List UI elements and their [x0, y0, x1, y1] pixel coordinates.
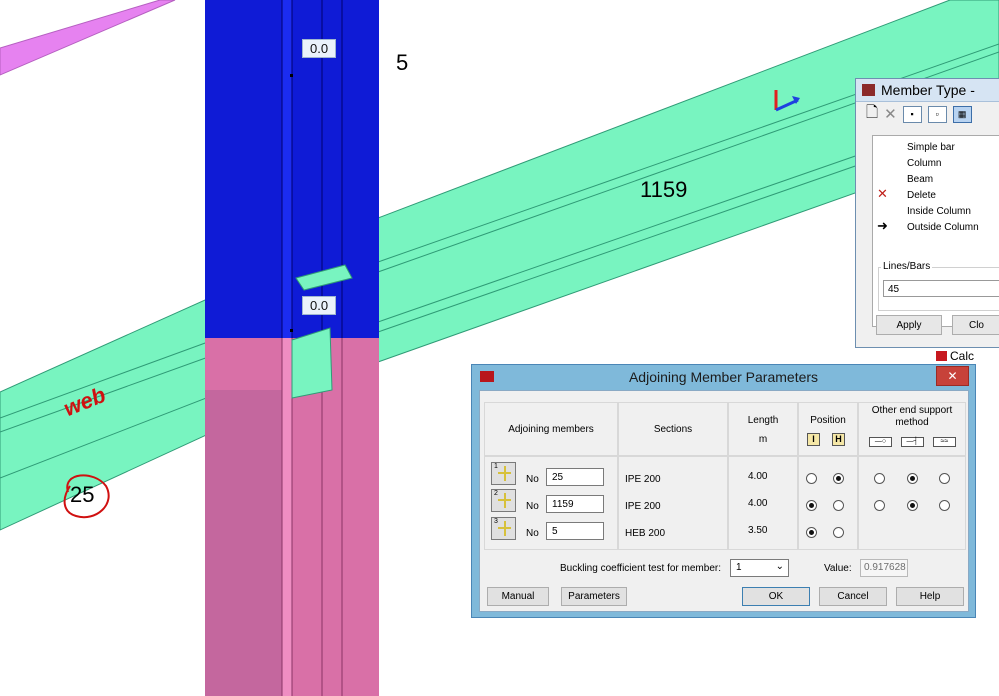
- lines-bars-group: Lines/Bars 45: [878, 261, 999, 311]
- x-icon: ✕: [877, 186, 888, 201]
- support-header: Other end support method: [871, 405, 953, 428]
- view-mode-3-icon[interactable]: ▦: [952, 105, 972, 123]
- buckling-member-value: 1: [736, 562, 742, 573]
- member-2-input[interactable]: 1159: [546, 495, 604, 513]
- length-3: 3.50: [748, 525, 768, 536]
- parameters-button[interactable]: Parameters: [561, 587, 627, 606]
- support-1-pinned-radio[interactable]: [874, 473, 885, 484]
- member-symbol-icon: [498, 493, 511, 508]
- header-length: [728, 402, 798, 456]
- position-1-flange-radio[interactable]: [833, 473, 844, 484]
- length-2: 4.00: [748, 498, 768, 509]
- list-item[interactable]: Delete: [907, 190, 936, 201]
- dimension-label-mid: 0.0: [302, 296, 337, 315]
- dialog-close-button[interactable]: ✕: [936, 366, 969, 386]
- close-button[interactable]: Clo: [952, 315, 999, 335]
- support-1-fixed-radio[interactable]: [907, 473, 918, 484]
- section-3: HEB 200: [625, 528, 666, 539]
- dialog-body: Adjoining members Sections Length m Posi…: [479, 390, 969, 612]
- help-button[interactable]: Help: [896, 587, 964, 606]
- list-item[interactable]: Simple bar: [907, 142, 955, 153]
- value-field: 0.917628: [860, 559, 908, 577]
- position-3-flange-radio[interactable]: [833, 527, 844, 538]
- member-type-panel: Member Type - 🗋 ✕ ▪ ▫ ▦ Simple bar Colum…: [855, 78, 999, 348]
- member-label-5: 5: [396, 50, 409, 75]
- no-label: No: [526, 501, 539, 512]
- manual-button[interactable]: Manual: [487, 587, 549, 606]
- position-flange-icon: H: [832, 433, 845, 446]
- buckling-member-select[interactable]: 1 ⌄: [730, 559, 789, 577]
- member-1-button[interactable]: 1: [491, 462, 516, 485]
- support-2-pinned-radio[interactable]: [874, 500, 885, 511]
- member-2-button[interactable]: 2: [491, 489, 516, 512]
- member-1-input[interactable]: 25: [546, 468, 604, 486]
- no-label: No: [526, 528, 539, 539]
- calc-label: Calc: [950, 349, 975, 363]
- annotation-25: 25: [70, 482, 95, 507]
- section-2: IPE 200: [625, 501, 661, 512]
- value-label: Value:: [824, 563, 852, 574]
- list-item[interactable]: Inside Column: [907, 206, 971, 217]
- position-web-icon: I: [807, 433, 820, 446]
- lines-bars-label: Lines/Bars: [881, 261, 933, 272]
- arrow-icon: ➜: [877, 218, 888, 233]
- dialog-titlebar[interactable]: Adjoining Member Parameters ✕: [472, 365, 975, 390]
- sections-header: Sections: [653, 424, 693, 435]
- no-label: No: [526, 474, 539, 485]
- adjoining-members-header: Adjoining members: [508, 424, 594, 435]
- member-symbol-icon: [498, 466, 511, 481]
- position-1-web-radio[interactable]: [806, 473, 817, 484]
- length-header: Length: [747, 415, 779, 426]
- new-document-icon[interactable]: 🗋: [866, 102, 878, 127]
- position-2-flange-radio[interactable]: [833, 500, 844, 511]
- dialog-title: Adjoining Member Parameters: [628, 369, 819, 385]
- apply-button[interactable]: Apply: [876, 315, 942, 335]
- member-type-icon: [862, 84, 875, 96]
- member-symbol-icon: [498, 521, 511, 536]
- member-label-1159: 1159: [640, 177, 688, 202]
- view-mode-1-icon[interactable]: ▪: [902, 105, 922, 123]
- list-item[interactable]: Column: [907, 158, 941, 169]
- support-2-free-radio[interactable]: [939, 500, 950, 511]
- member-3-button[interactable]: 3: [491, 517, 516, 540]
- delete-x-icon[interactable]: ✕: [884, 105, 897, 123]
- member-type-toolbar: 🗋 ✕ ▪ ▫ ▦: [856, 102, 999, 126]
- dimension-label-top: 0.0: [302, 39, 337, 58]
- calculation-window-tab[interactable]: Calc: [936, 348, 999, 364]
- lines-bars-input[interactable]: 45: [883, 280, 999, 297]
- position-header: Position: [810, 415, 846, 426]
- length-unit: m: [758, 434, 768, 445]
- support-free-icon: ≈≈: [933, 437, 956, 447]
- support-2-fixed-radio[interactable]: [907, 500, 918, 511]
- support-1-free-radio[interactable]: [939, 473, 950, 484]
- view-mode-2-icon[interactable]: ▫: [927, 105, 947, 123]
- cancel-button[interactable]: Cancel: [819, 587, 887, 606]
- length-1: 4.00: [748, 471, 768, 482]
- section-1: IPE 200: [625, 474, 661, 485]
- list-item[interactable]: Beam: [907, 174, 933, 185]
- ok-button[interactable]: OK: [742, 587, 810, 606]
- list-item[interactable]: Outside Column: [907, 222, 979, 233]
- calc-icon: [936, 351, 947, 361]
- support-fixed-icon: —┤: [901, 437, 924, 447]
- member-3-input[interactable]: 5: [546, 522, 604, 540]
- position-3-web-radio[interactable]: [806, 527, 817, 538]
- adjoining-member-dialog: Adjoining Member Parameters ✕ Adjoining …: [471, 364, 976, 618]
- position-2-web-radio[interactable]: [806, 500, 817, 511]
- support-pinned-icon: —○: [869, 437, 892, 447]
- value-text: 0.917628: [864, 562, 906, 573]
- member-type-titlebar[interactable]: Member Type -: [856, 79, 999, 102]
- header-position: [798, 402, 858, 456]
- member-type-title: Member Type -: [881, 82, 975, 98]
- chevron-down-icon: ⌄: [775, 561, 784, 572]
- buckling-label: Buckling coefficient test for member:: [560, 563, 721, 574]
